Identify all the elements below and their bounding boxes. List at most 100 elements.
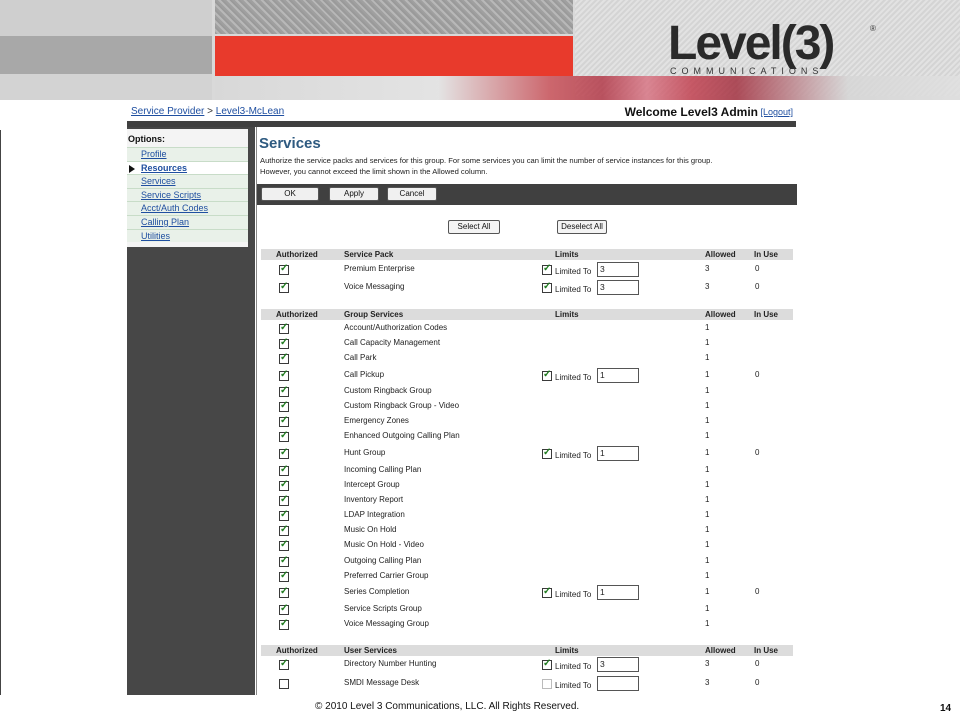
table-row: Directory Number Hunting Limited To 3 3 0	[261, 657, 793, 672]
cancel-button[interactable]: Cancel	[387, 187, 437, 201]
copyright-footer: © 2010 Level 3 Communications, LLC. All …	[315, 701, 580, 712]
column-header-limits: Limits	[555, 646, 579, 655]
limited-to-checkbox[interactable]	[542, 369, 552, 381]
authorized-checkbox[interactable]	[279, 494, 289, 506]
apply-button[interactable]: Apply	[329, 187, 379, 201]
description-line: However, you cannot exceed the limit sho…	[260, 167, 488, 176]
authorized-checkbox[interactable]	[279, 322, 289, 334]
allowed-value: 1	[705, 525, 710, 534]
service-name: Incoming Calling Plan	[344, 465, 422, 474]
sidebar-item-link[interactable]: Services	[141, 176, 176, 186]
limited-to-checkbox[interactable]	[542, 658, 552, 670]
table-row: Call Capacity Management 1	[261, 337, 793, 351]
table-row: Incoming Calling Plan 1	[261, 464, 793, 478]
logo-subtitle: COMMUNICATIONS	[670, 66, 824, 76]
breadcrumb-separator: >	[207, 106, 213, 117]
table-row: Outgoing Calling Plan 1	[261, 555, 793, 569]
limit-input[interactable]: 1	[597, 368, 639, 383]
authorized-checkbox[interactable]	[279, 524, 289, 536]
authorized-checkbox[interactable]	[279, 430, 289, 442]
in-use-value: 0	[755, 448, 760, 457]
service-name: Custom Ringback Group	[344, 386, 432, 395]
authorized-checkbox[interactable]	[279, 586, 289, 598]
service-name: Series Completion	[344, 587, 410, 596]
column-header-name: User Services	[344, 646, 397, 655]
limit-input[interactable]: 3	[597, 657, 639, 672]
banner-texture	[215, 0, 573, 34]
authorized-checkbox[interactable]	[279, 679, 289, 689]
authorized-checkbox[interactable]	[279, 447, 289, 459]
service-name: SMDI Message Desk	[344, 678, 420, 687]
sidebar-item-link[interactable]: Acct/Auth Codes	[141, 203, 208, 213]
authorized-checkbox[interactable]	[279, 479, 289, 491]
sidebar-item-link[interactable]: Resources	[141, 163, 187, 173]
welcome-text: Welcome Level3 Admin	[624, 105, 758, 119]
ok-button[interactable]: OK	[261, 187, 319, 201]
authorized-checkbox[interactable]	[279, 415, 289, 427]
limited-to-checkbox[interactable]	[542, 263, 552, 275]
service-name: Inventory Report	[344, 495, 404, 504]
table-row: Preferred Carrier Group 1	[261, 570, 793, 584]
authorized-checkbox[interactable]	[279, 509, 289, 521]
table-header: Authorized User Services Limits Allowed In U…	[261, 645, 793, 656]
authorized-checkbox[interactable]	[279, 263, 289, 275]
authorized-checkbox[interactable]	[279, 539, 289, 551]
authorized-checkbox[interactable]	[279, 369, 289, 381]
service-name: Preferred Carrier Group	[344, 571, 429, 580]
options-title: Options:	[128, 134, 165, 144]
in-use-value: 0	[755, 659, 760, 668]
authorized-checkbox[interactable]	[279, 385, 289, 397]
authorized-checkbox[interactable]	[279, 337, 289, 349]
limit-input[interactable]: 3	[597, 262, 639, 277]
limited-to-checkbox[interactable]	[542, 586, 552, 598]
page-description: Authorize the service packs and services…	[260, 155, 790, 177]
column-header-in-use: In Use	[754, 250, 779, 259]
logout-link[interactable]: [Logout]	[760, 107, 793, 117]
table-row: Voice Messaging Group 1	[261, 618, 793, 632]
deselect-all-button[interactable]: Deselect All	[557, 220, 607, 234]
services-panel: Services Authorize the service packs and…	[256, 127, 797, 695]
sidebar-item: Resources	[127, 160, 248, 175]
allowed-value: 1	[705, 480, 710, 489]
authorized-checkbox[interactable]	[279, 464, 289, 476]
service-name: Emergency Zones	[344, 416, 409, 425]
description-line: Authorize the service packs and services…	[260, 156, 713, 165]
table-row: SMDI Message Desk Limited To 3 0	[261, 676, 793, 691]
authorized-checkbox[interactable]	[279, 352, 289, 364]
sidebar-item-link[interactable]: Calling Plan	[141, 217, 189, 227]
authorized-checkbox[interactable]	[279, 618, 289, 630]
authorized-checkbox[interactable]	[279, 555, 289, 567]
limited-to-label: Limited To	[555, 681, 592, 690]
authorized-checkbox[interactable]	[279, 400, 289, 412]
limit-input[interactable]: 1	[597, 446, 639, 461]
options-list: Profile Resources Services Service Scripts A…	[127, 147, 248, 243]
limit-input[interactable]: 3	[597, 280, 639, 295]
sidebar-item-link[interactable]: Profile	[141, 149, 167, 159]
select-all-button[interactable]: Select All	[448, 220, 500, 234]
breadcrumb-service-provider-link[interactable]: Service Provider	[131, 106, 204, 117]
authorized-checkbox[interactable]	[279, 658, 289, 670]
service-name: Call Pickup	[344, 370, 385, 379]
limit-input[interactable]: 1	[597, 585, 639, 600]
service-name: Voice Messaging Group	[344, 619, 429, 628]
authorized-checkbox[interactable]	[279, 603, 289, 615]
table-row: Voice Messaging Limited To 3 3 0	[261, 280, 793, 295]
breadcrumb-group-link[interactable]: Level3-McLean	[216, 106, 284, 117]
sidebar-item: Calling Plan	[127, 214, 248, 229]
service-name: Enhanced Outgoing Calling Plan	[344, 431, 460, 440]
limit-input[interactable]	[597, 676, 639, 691]
limited-to-checkbox[interactable]	[542, 447, 552, 459]
sidebar-item-link[interactable]: Service Scripts	[141, 190, 201, 200]
column-header-limits: Limits	[555, 250, 579, 259]
allowed-value: 1	[705, 571, 710, 580]
limited-to-checkbox[interactable]	[542, 281, 552, 293]
table-row: Music On Hold - Video 1	[261, 539, 793, 553]
authorized-checkbox[interactable]	[279, 281, 289, 293]
limited-to-checkbox[interactable]	[542, 679, 552, 689]
table-row: Custom Ringback Group 1	[261, 385, 793, 399]
service-name: Call Park	[344, 353, 377, 362]
authorized-checkbox[interactable]	[279, 570, 289, 582]
sidebar-item-link[interactable]: Utilities	[141, 231, 170, 241]
limited-to-label: Limited To	[555, 285, 592, 294]
service-name: Premium Enterprise	[344, 264, 415, 273]
